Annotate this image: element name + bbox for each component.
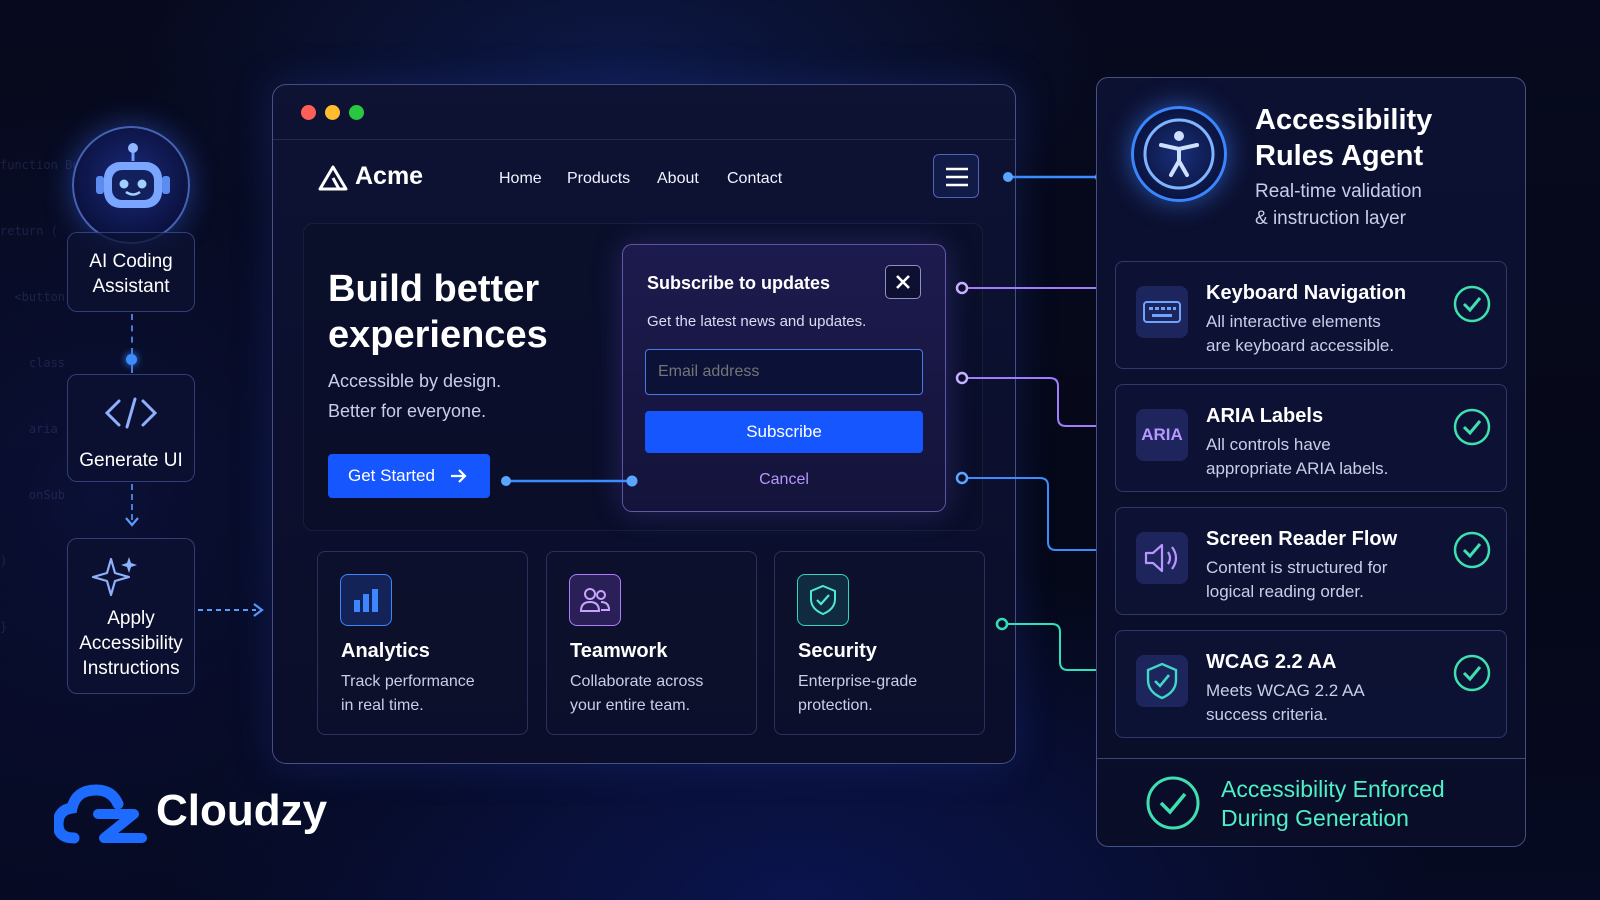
rule-desc: All interactive elements are keyboard acc… [1206, 312, 1395, 355]
rule-desc: Content is structured for logical reading… [1206, 558, 1388, 601]
aria-icon: ARIA [1136, 409, 1188, 461]
cloudzy-logo: Cloudzy [54, 780, 344, 850]
rule-desc: Meets WCAG 2.2 AA success criteria. [1206, 681, 1365, 724]
check-circle-icon [1146, 776, 1200, 830]
check-circle-icon [1453, 654, 1491, 692]
cloudzy-wordmark: Cloudzy [156, 786, 328, 835]
agent-title: Accessibility Rules Agent [1255, 104, 1433, 172]
agent-subtitle: Real-time validation & instruction layer [1255, 181, 1422, 229]
accessibility-agent-panel: Accessibility Rules Agent Real-time vali… [1096, 77, 1526, 847]
rule-title: ARIA Labels [1206, 405, 1324, 427]
rule-desc: All controls have appropriate ARIA labels… [1206, 435, 1389, 478]
rule-wcag: WCAG 2.2 AA Meets WCAG 2.2 AA success cri… [1115, 630, 1507, 738]
cloudzy-cloud-icon [54, 784, 147, 844]
accessibility-icon [1131, 106, 1227, 202]
check-circle-icon [1453, 285, 1491, 323]
rule-aria-labels: ARIA ARIA Labels All controls have approp… [1115, 384, 1507, 492]
rule-title: Screen Reader Flow [1206, 528, 1398, 550]
keyboard-icon [1136, 286, 1188, 338]
check-circle-icon [1453, 531, 1491, 569]
enforced-text: Accessibility Enforced During Generation [1221, 776, 1445, 831]
rule-title: Keyboard Navigation [1206, 282, 1407, 304]
speaker-icon [1136, 532, 1188, 584]
enforced-footer: Accessibility Enforced During Generation [1097, 758, 1525, 846]
shield-check-icon [1136, 655, 1188, 707]
rule-keyboard-navigation: Keyboard Navigation All interactive elem… [1115, 261, 1507, 369]
check-circle-icon [1453, 408, 1491, 446]
rule-title: WCAG 2.2 AA [1206, 651, 1337, 673]
rule-screen-reader-flow: Screen Reader Flow Content is structured… [1115, 507, 1507, 615]
